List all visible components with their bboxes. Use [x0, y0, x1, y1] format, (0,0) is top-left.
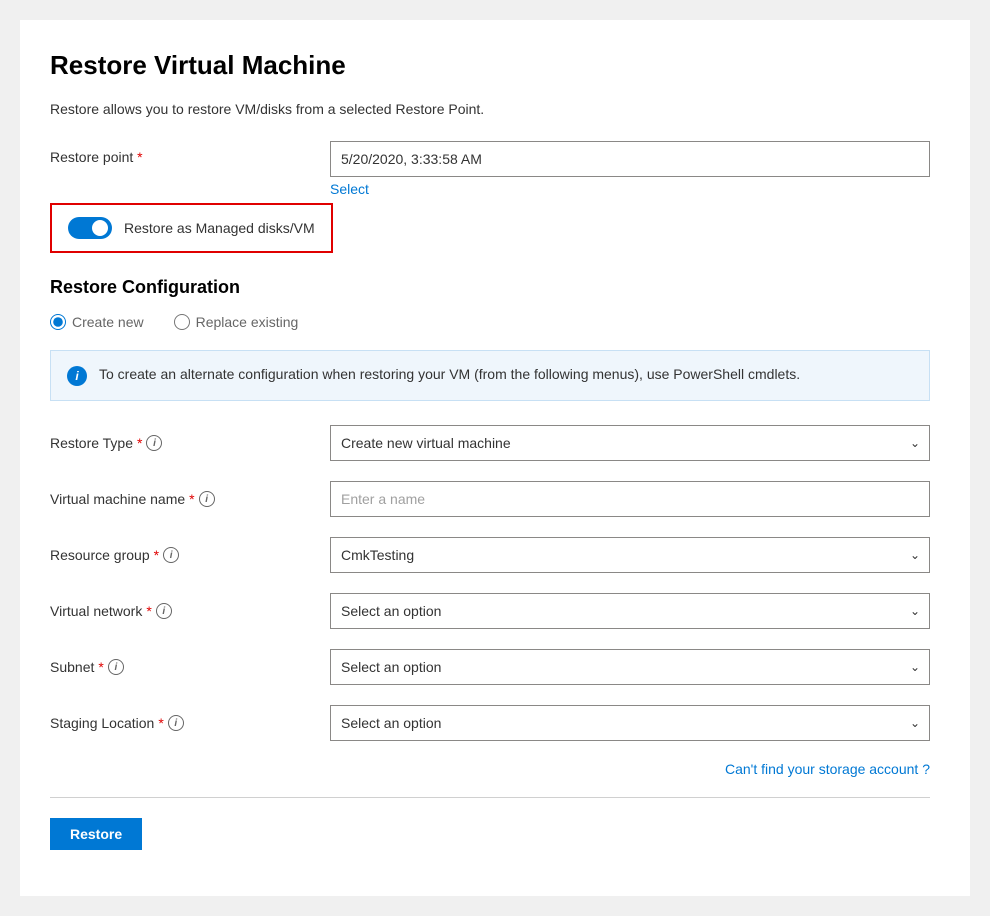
required-star-vnet: *	[146, 603, 151, 619]
toggle-track	[68, 217, 112, 239]
staging-location-select-wrapper: Select an option ⌄	[330, 705, 930, 741]
virtual-network-select[interactable]: Select an option	[330, 593, 930, 629]
radio-create-new[interactable]: Create new	[50, 314, 144, 330]
vm-name-label: Virtual machine name * i	[50, 491, 330, 507]
form-row-resource-group: Resource group * i CmkTesting ⌄	[50, 537, 930, 573]
managed-disks-toggle-section[interactable]: Restore as Managed disks/VM	[50, 203, 333, 253]
restore-point-row: Restore point * 5/20/2020, 3:33:58 AM Se…	[50, 141, 930, 197]
vm-name-info-icon[interactable]: i	[199, 491, 215, 507]
form-row-vm-name: Virtual machine name * i	[50, 481, 930, 517]
staging-location-label: Staging Location * i	[50, 715, 330, 731]
required-star-vm-name: *	[189, 491, 194, 507]
info-banner-text: To create an alternate configuration whe…	[99, 365, 800, 385]
vm-name-input[interactable]	[330, 481, 930, 517]
resource-group-info-icon[interactable]: i	[163, 547, 179, 563]
info-banner: i To create an alternate configuration w…	[50, 350, 930, 401]
section-title-restore-config: Restore Configuration	[50, 277, 930, 298]
staging-location-info-icon[interactable]: i	[168, 715, 184, 731]
virtual-network-select-wrapper: Select an option ⌄	[330, 593, 930, 629]
virtual-network-label: Virtual network * i	[50, 603, 330, 619]
restore-type-select[interactable]: Create new virtual machine Restore disks	[330, 425, 930, 461]
form-row-virtual-network: Virtual network * i Select an option ⌄	[50, 593, 930, 629]
radio-replace-existing-label: Replace existing	[196, 314, 299, 330]
storage-link-container: Can't find your storage account ?	[50, 761, 930, 777]
restore-point-right: 5/20/2020, 3:33:58 AM Select	[330, 141, 930, 197]
page-description: Restore allows you to restore VM/disks f…	[50, 101, 930, 117]
info-banner-icon: i	[67, 366, 87, 386]
restore-point-label: Restore point *	[50, 141, 330, 165]
subnet-select-wrapper: Select an option ⌄	[330, 649, 930, 685]
restore-type-label: Restore Type * i	[50, 435, 330, 451]
staging-location-select[interactable]: Select an option	[330, 705, 930, 741]
bottom-divider	[50, 797, 930, 798]
virtual-network-info-icon[interactable]: i	[156, 603, 172, 619]
resource-group-select[interactable]: CmkTesting	[330, 537, 930, 573]
form-row-subnet: Subnet * i Select an option ⌄	[50, 649, 930, 685]
subnet-select[interactable]: Select an option	[330, 649, 930, 685]
restore-point-value: 5/20/2020, 3:33:58 AM	[330, 141, 930, 177]
radio-group-restore-type: Create new Replace existing	[50, 314, 930, 330]
page-title: Restore Virtual Machine	[50, 50, 930, 81]
toggle-label: Restore as Managed disks/VM	[124, 220, 315, 236]
resource-group-label: Resource group * i	[50, 547, 330, 563]
subnet-info-icon[interactable]: i	[108, 659, 124, 675]
restore-type-select-wrapper: Create new virtual machine Restore disks…	[330, 425, 930, 461]
storage-link[interactable]: Can't find your storage account ?	[725, 761, 930, 777]
restore-vm-panel: Restore Virtual Machine Restore allows y…	[20, 20, 970, 896]
form-row-staging-location: Staging Location * i Select an option ⌄	[50, 705, 930, 741]
form-row-restore-type: Restore Type * i Create new virtual mach…	[50, 425, 930, 461]
managed-disks-toggle[interactable]	[68, 217, 112, 239]
restore-button[interactable]: Restore	[50, 818, 142, 850]
required-star-restore-type: *	[137, 435, 142, 451]
required-star-subnet: *	[98, 659, 103, 675]
restore-point-select-link[interactable]: Select	[330, 181, 930, 197]
required-star-staging: *	[158, 715, 163, 731]
required-star-rg: *	[154, 547, 159, 563]
required-indicator: *	[137, 149, 142, 165]
subnet-label: Subnet * i	[50, 659, 330, 675]
toggle-thumb	[92, 220, 108, 236]
radio-replace-existing[interactable]: Replace existing	[174, 314, 299, 330]
resource-group-select-wrapper: CmkTesting ⌄	[330, 537, 930, 573]
restore-type-info-icon[interactable]: i	[146, 435, 162, 451]
radio-create-new-label: Create new	[72, 314, 144, 330]
